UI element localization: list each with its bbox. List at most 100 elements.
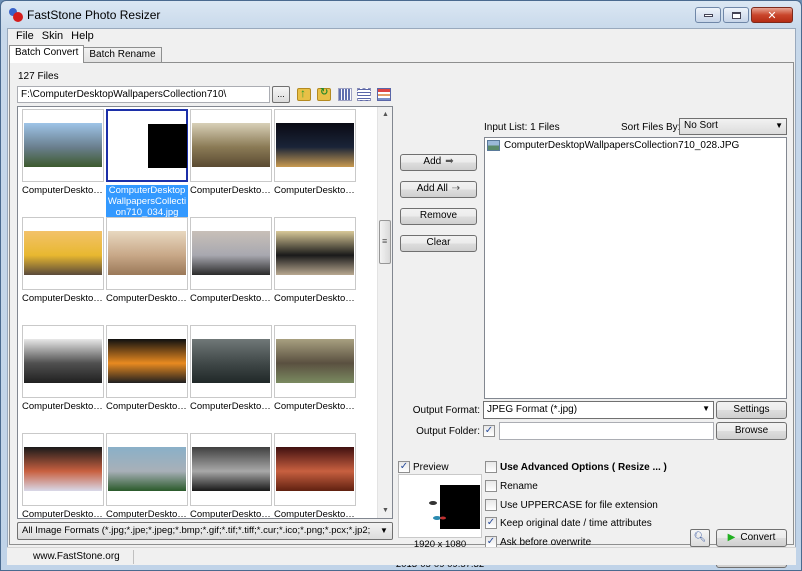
- remove-button[interactable]: Remove: [400, 208, 477, 225]
- thumbnail-image: [276, 123, 354, 167]
- option-rename[interactable]: Rename: [485, 480, 538, 492]
- thumbnail-image: [108, 231, 186, 275]
- advanced-options-checkbox[interactable]: [485, 461, 497, 473]
- arrow-right-icon: ➡: [445, 156, 454, 167]
- preview-image: [400, 485, 480, 529]
- output-format-label: Output Format:: [412, 405, 480, 416]
- thumbnail-browser[interactable]: ComputerDesktop... ComputerDesktopWallpap…: [17, 106, 393, 519]
- convert-button[interactable]: ▶ Convert: [716, 529, 787, 547]
- folder-refresh-icon[interactable]: [317, 87, 331, 101]
- filter-value: All Image Formats (*.jpg;*.jpe;*.jpeg;*.…: [22, 525, 371, 536]
- option-advanced[interactable]: Use Advanced Options ( Resize ... ): [485, 461, 667, 473]
- website-link[interactable]: www.FastStone.org: [33, 551, 120, 562]
- thumbnail-item[interactable]: ComputerDesktop...: [274, 109, 356, 213]
- thumbnail-item[interactable]: ComputerDesktop...: [22, 109, 104, 213]
- play-icon: ▶: [727, 532, 736, 543]
- thumbnail-item[interactable]: ComputerDesktop...: [190, 109, 272, 213]
- thumbnail-item[interactable]: ComputerDesktop...: [106, 433, 188, 518]
- add-button[interactable]: Add ➡: [400, 154, 477, 171]
- thumbnail-image: [24, 447, 102, 491]
- option-uppercase[interactable]: Use UPPERCASE for file extension: [485, 499, 658, 511]
- convert-label: Convert: [740, 532, 776, 543]
- thumbnail-label: ComputerDesktop...: [274, 509, 356, 519]
- add-all-label: Add All: [416, 183, 448, 194]
- minimize-icon: [703, 13, 713, 17]
- tab-batch-rename[interactable]: Batch Rename: [83, 47, 162, 63]
- preview-checkbox[interactable]: ✓: [398, 461, 410, 473]
- scrollbar-thumb[interactable]: [379, 220, 391, 264]
- option-keep-date[interactable]: ✓ Keep original date / time attributes: [485, 517, 652, 529]
- folder-up-icon[interactable]: [297, 86, 311, 101]
- thumbnail-image: [192, 339, 270, 383]
- preview-files-button[interactable]: 🔍︎: [690, 529, 710, 547]
- keep-date-label: Keep original date / time attributes: [500, 517, 652, 529]
- thumbnail-label: ComputerDesktop...: [190, 509, 272, 519]
- file-count-label: 127 Files: [18, 71, 59, 82]
- sort-files-select[interactable]: No Sort ▼: [679, 118, 787, 135]
- thumbnail-item[interactable]: ComputerDesktop...: [22, 325, 104, 429]
- browse-folder-button[interactable]: ...: [272, 86, 290, 103]
- vertical-scrollbar[interactable]: ▲ ▼: [377, 107, 392, 518]
- thumbnail-frame: [274, 433, 356, 506]
- batch-convert-panel: 127 Files F:\ComputerDesktopWallpapersCo…: [9, 62, 794, 570]
- thumbnail-item[interactable]: ComputerDesktop...: [22, 217, 104, 321]
- list-view-icon[interactable]: [357, 88, 371, 101]
- list-item[interactable]: ComputerDesktopWallpapersCollection710_0…: [487, 140, 739, 151]
- thumbnail-frame: [22, 325, 104, 398]
- tab-batch-convert[interactable]: Batch Convert: [9, 45, 85, 63]
- menu-file[interactable]: File: [12, 29, 38, 45]
- input-list-label: Input List: 1 Files: [484, 122, 560, 133]
- thumbnail-item[interactable]: ComputerDesktop...: [274, 433, 356, 519]
- thumbnail-image: [108, 447, 186, 491]
- add-all-button[interactable]: Add All ⇢: [400, 181, 477, 198]
- thumbnail-item[interactable]: ComputerDesktop...: [190, 217, 272, 321]
- thumbnail-item[interactable]: ComputerDesktop...: [106, 217, 188, 321]
- rename-checkbox[interactable]: [485, 480, 497, 492]
- preview-toggle[interactable]: ✓ Preview: [398, 461, 449, 473]
- preview-image-box: [398, 474, 482, 538]
- input-file-list[interactable]: ComputerDesktopWallpapersCollection710_0…: [484, 137, 787, 399]
- thumbnail-item[interactable]: ComputerDesktop...: [22, 433, 104, 519]
- uppercase-checkbox[interactable]: [485, 499, 497, 511]
- output-format-value: JPEG Format (*.jpg): [487, 404, 578, 415]
- minimize-button[interactable]: [695, 7, 721, 23]
- thumbnail-label: ComputerDesktop...: [106, 401, 188, 412]
- thumbnail-item[interactable]: ComputerDesktop...: [274, 325, 356, 429]
- thumbnail-item[interactable]: ComputerDesktop...: [190, 433, 272, 519]
- menu-help[interactable]: Help: [67, 29, 98, 45]
- maximize-button[interactable]: [723, 7, 749, 23]
- thumbnail-frame: [106, 325, 188, 398]
- scroll-down-icon[interactable]: ▼: [378, 503, 392, 518]
- title-bar[interactable]: FastStone Photo Resizer ✕: [1, 1, 801, 29]
- output-folder-checkbox[interactable]: ✓: [483, 425, 495, 437]
- thumbnail-item[interactable]: ComputerDesktop...: [190, 325, 272, 429]
- add-label: Add: [423, 156, 442, 167]
- thumbnail-label: ComputerDesktop...: [274, 185, 356, 196]
- folder-path-input[interactable]: F:\ComputerDesktopWallpapersCollection71…: [17, 86, 270, 103]
- sort-value: No Sort: [684, 120, 718, 131]
- thumbnail-image: [24, 339, 102, 383]
- thumbnail-frame: [190, 325, 272, 398]
- thumbnail-frame: [22, 433, 104, 506]
- clear-button[interactable]: Clear: [400, 235, 477, 252]
- thumbnail-label: ComputerDesktop...: [190, 293, 272, 304]
- thumbnail-label: ComputerDesktop...: [22, 509, 104, 519]
- thumbnail-item[interactable]: ComputerDesktop...: [106, 325, 188, 429]
- uppercase-label: Use UPPERCASE for file extension: [500, 499, 658, 511]
- thumbnail-view-icon[interactable]: [338, 88, 352, 101]
- browse-button[interactable]: Browse: [716, 422, 787, 440]
- output-folder-input[interactable]: [499, 422, 714, 440]
- thumbnail-image: [192, 447, 270, 491]
- keep-date-checkbox[interactable]: ✓: [485, 517, 497, 529]
- file-type-filter-select[interactable]: All Image Formats (*.jpg;*.jpe;*.jpeg;*.…: [17, 522, 393, 540]
- thumbnail-label: ComputerDesktop...: [274, 401, 356, 412]
- detail-view-icon[interactable]: [377, 88, 391, 101]
- output-format-select[interactable]: JPEG Format (*.jpg) ▼: [483, 401, 714, 419]
- thumbnail-item[interactable]: ComputerDesktop...: [274, 217, 356, 321]
- thumbnail-item[interactable]: ComputerDesktopWallpapersCollection710_0…: [106, 109, 188, 218]
- advanced-options-label: Use Advanced Options ( Resize ... ): [500, 461, 667, 473]
- scroll-up-icon[interactable]: ▲: [378, 107, 392, 122]
- close-window-button[interactable]: ✕: [751, 7, 793, 23]
- settings-button[interactable]: Settings: [716, 401, 787, 419]
- menu-skin[interactable]: Skin: [38, 29, 67, 45]
